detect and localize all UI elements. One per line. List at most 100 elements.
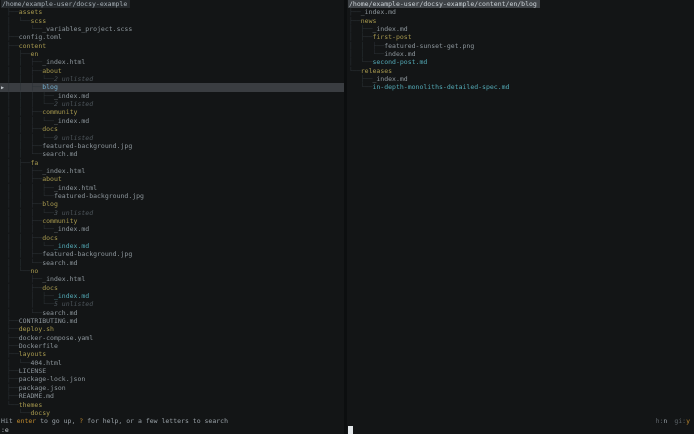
tree-branch-lines: │ │ │ └── [7, 100, 54, 108]
tree-row[interactable]: │ │ │ └──3 unlisted [0, 209, 344, 217]
tree-branch-lines: │ ├── [349, 33, 372, 41]
tree-branch-lines: ├── [7, 375, 19, 383]
tree-dir-label: releases [361, 67, 392, 75]
tree-row[interactable]: │ ├──fa [0, 159, 344, 167]
tree-row[interactable]: │ └──404.html [0, 359, 344, 367]
tree-row[interactable]: │ │ │ ├──_index.html [0, 184, 344, 192]
tree-row[interactable]: │ │ ├──about [0, 67, 344, 75]
tree-dir-label: content [19, 42, 46, 50]
tree-row[interactable]: ├──content [0, 42, 344, 50]
tree-row[interactable]: └──in-depth-monoliths-detailed-spec.md [347, 83, 694, 91]
tree-dir-label: assets [19, 8, 42, 16]
tree-row[interactable]: │ │ ├──featured-background.jpg [0, 250, 344, 258]
right-panel: /home/example-user/docsy-example/content… [347, 0, 694, 417]
tree-unlisted-label: 3 unlisted [54, 209, 93, 217]
tree-row[interactable]: │ │ └──search.md [0, 259, 344, 267]
tree-row[interactable]: ├──news [347, 17, 694, 25]
tree-file-label: featured-background.jpg [54, 192, 144, 200]
tree-row[interactable]: │ │ │ ├──_index.md [0, 92, 344, 100]
left-panel-input[interactable]: :e [1, 426, 9, 434]
tree-branch-lines: ├── [7, 317, 19, 325]
tree-dir-label: docs [42, 125, 58, 133]
tree-file-label: README.md [19, 392, 54, 400]
tree-branch-lines: │ │ ├── [7, 83, 42, 91]
tree-file-label: docker-compose.yaml [19, 334, 93, 342]
tree-row[interactable]: ├──_index.md [347, 8, 694, 16]
tree-row[interactable]: ├──package-lock.json [0, 375, 344, 383]
tree-row[interactable]: │ │ ├──_index.html [0, 58, 344, 66]
flag-label: gi: [674, 417, 686, 425]
tree-branch-lines: └── [7, 401, 19, 409]
tree-row[interactable]: └──releases [347, 67, 694, 75]
tree-branch-lines: │ └── [7, 25, 42, 33]
tree-row[interactable]: │ └──scss [0, 17, 344, 25]
tree-branch-lines: │ │ │ └── [7, 225, 54, 233]
tree-row[interactable]: │ │ ├──featured-background.jpg [0, 142, 344, 150]
tree-file-label: package.json [19, 384, 66, 392]
tree-branch-lines: │ │ ├── [7, 234, 42, 242]
tree-row[interactable]: │ │ │ └──9 unlisted [0, 134, 344, 142]
tree-row[interactable]: └──docsy [0, 409, 344, 417]
tree-row[interactable]: │ │ │ └──_index.md [0, 117, 344, 125]
tree-branch-lines: │ └── [7, 267, 30, 275]
flag-value: y [686, 417, 690, 425]
toggle-flags: h:ngi:y [649, 417, 690, 425]
tree-row[interactable]: ├──assets [0, 8, 344, 16]
tree-row[interactable]: │ │ ├──docs [0, 234, 344, 242]
tree-branch-lines: │ ├── [7, 284, 42, 292]
tree-branch-lines: │ │ ├── [7, 167, 42, 175]
flag-value: n [663, 417, 667, 425]
tree-row[interactable]: ├──Dockerfile [0, 342, 344, 350]
tree-file-label: package-lock.json [19, 375, 86, 383]
tree-dir-label: blog [42, 200, 58, 208]
tree-branch-lines: │ │ ├── [7, 175, 42, 183]
tree-branch-lines: ├── [349, 75, 372, 83]
tree-dir-label: news [361, 17, 377, 25]
tree-row[interactable]: ├──README.md [0, 392, 344, 400]
tree-file-label: featured-sunset-get.png [384, 42, 474, 50]
tree-row[interactable]: ├──config.toml [0, 33, 344, 41]
tree-file-label: deploy.sh [19, 325, 54, 333]
tree-branch-lines: │ │ ├── [7, 142, 42, 150]
tree-row[interactable]: │ ├──docs [0, 284, 344, 292]
tree-row[interactable]: │ │ ├──community [0, 108, 344, 116]
tree-branch-lines: ├── [7, 8, 19, 16]
tree-branch-lines: │ │ ├── [7, 250, 42, 258]
tree-file-label: _index.md [361, 8, 396, 16]
tree-row[interactable]: │ │ ├──about [0, 175, 344, 183]
tree-row[interactable]: │ │ │ └──_index.md [0, 225, 344, 233]
tree-branch-lines: └── [7, 409, 30, 417]
tree-dir-label: scss [30, 17, 46, 25]
tree-dir-label: fa [30, 159, 38, 167]
tree-row[interactable]: │ │ ├──featured-sunset-get.png [347, 42, 694, 50]
tree-row[interactable]: ├──package.json [0, 384, 344, 392]
tree-row[interactable]: │ │ └──search.md [0, 150, 344, 158]
status-text: for help, or a few letters to search [83, 417, 228, 425]
tree-branch-lines: │ │ │ └── [7, 134, 54, 142]
tree-row[interactable]: ├──layouts [0, 350, 344, 358]
tree-dir-label: layouts [19, 350, 46, 358]
tree-file-label: second-post.md [372, 58, 427, 66]
tree-file-label: _index.html [54, 184, 97, 192]
tree-row[interactable]: │ │ │ └──featured-background.jpg [0, 192, 344, 200]
tree-row[interactable]: │ └──search.md [0, 309, 344, 317]
tree-dir-label: en [30, 50, 38, 58]
tree-row[interactable]: │ ├──first-post [347, 33, 694, 41]
tree-row[interactable]: │ │ ├──blog [0, 200, 344, 208]
tree-dir-label: docs [42, 284, 58, 292]
tree-dir-label: community [42, 217, 77, 225]
tree-row[interactable]: │ │ ├──blog▶ [0, 83, 344, 91]
tree-dir-label: docs [42, 234, 58, 242]
tree-branch-lines: ├── [7, 384, 19, 392]
tree-row[interactable]: ├──deploy.sh [0, 325, 344, 333]
tree-row[interactable]: ├──docker-compose.yaml [0, 334, 344, 342]
tree-row[interactable]: └──themes [0, 401, 344, 409]
tree-row[interactable]: │ └──second-post.md [347, 58, 694, 66]
tree-row[interactable]: │ │ └──5 unlisted [0, 300, 344, 308]
input-cursor[interactable] [348, 426, 353, 434]
tree-row[interactable]: │ ├──_index.html [0, 275, 344, 283]
tree-row[interactable]: │ │ ├──docs [0, 125, 344, 133]
tree-branch-lines: │ │ ├── [7, 217, 42, 225]
tree-row[interactable]: │ │ ├──_index.html [0, 167, 344, 175]
tree-dir-label: docsy [30, 409, 50, 417]
